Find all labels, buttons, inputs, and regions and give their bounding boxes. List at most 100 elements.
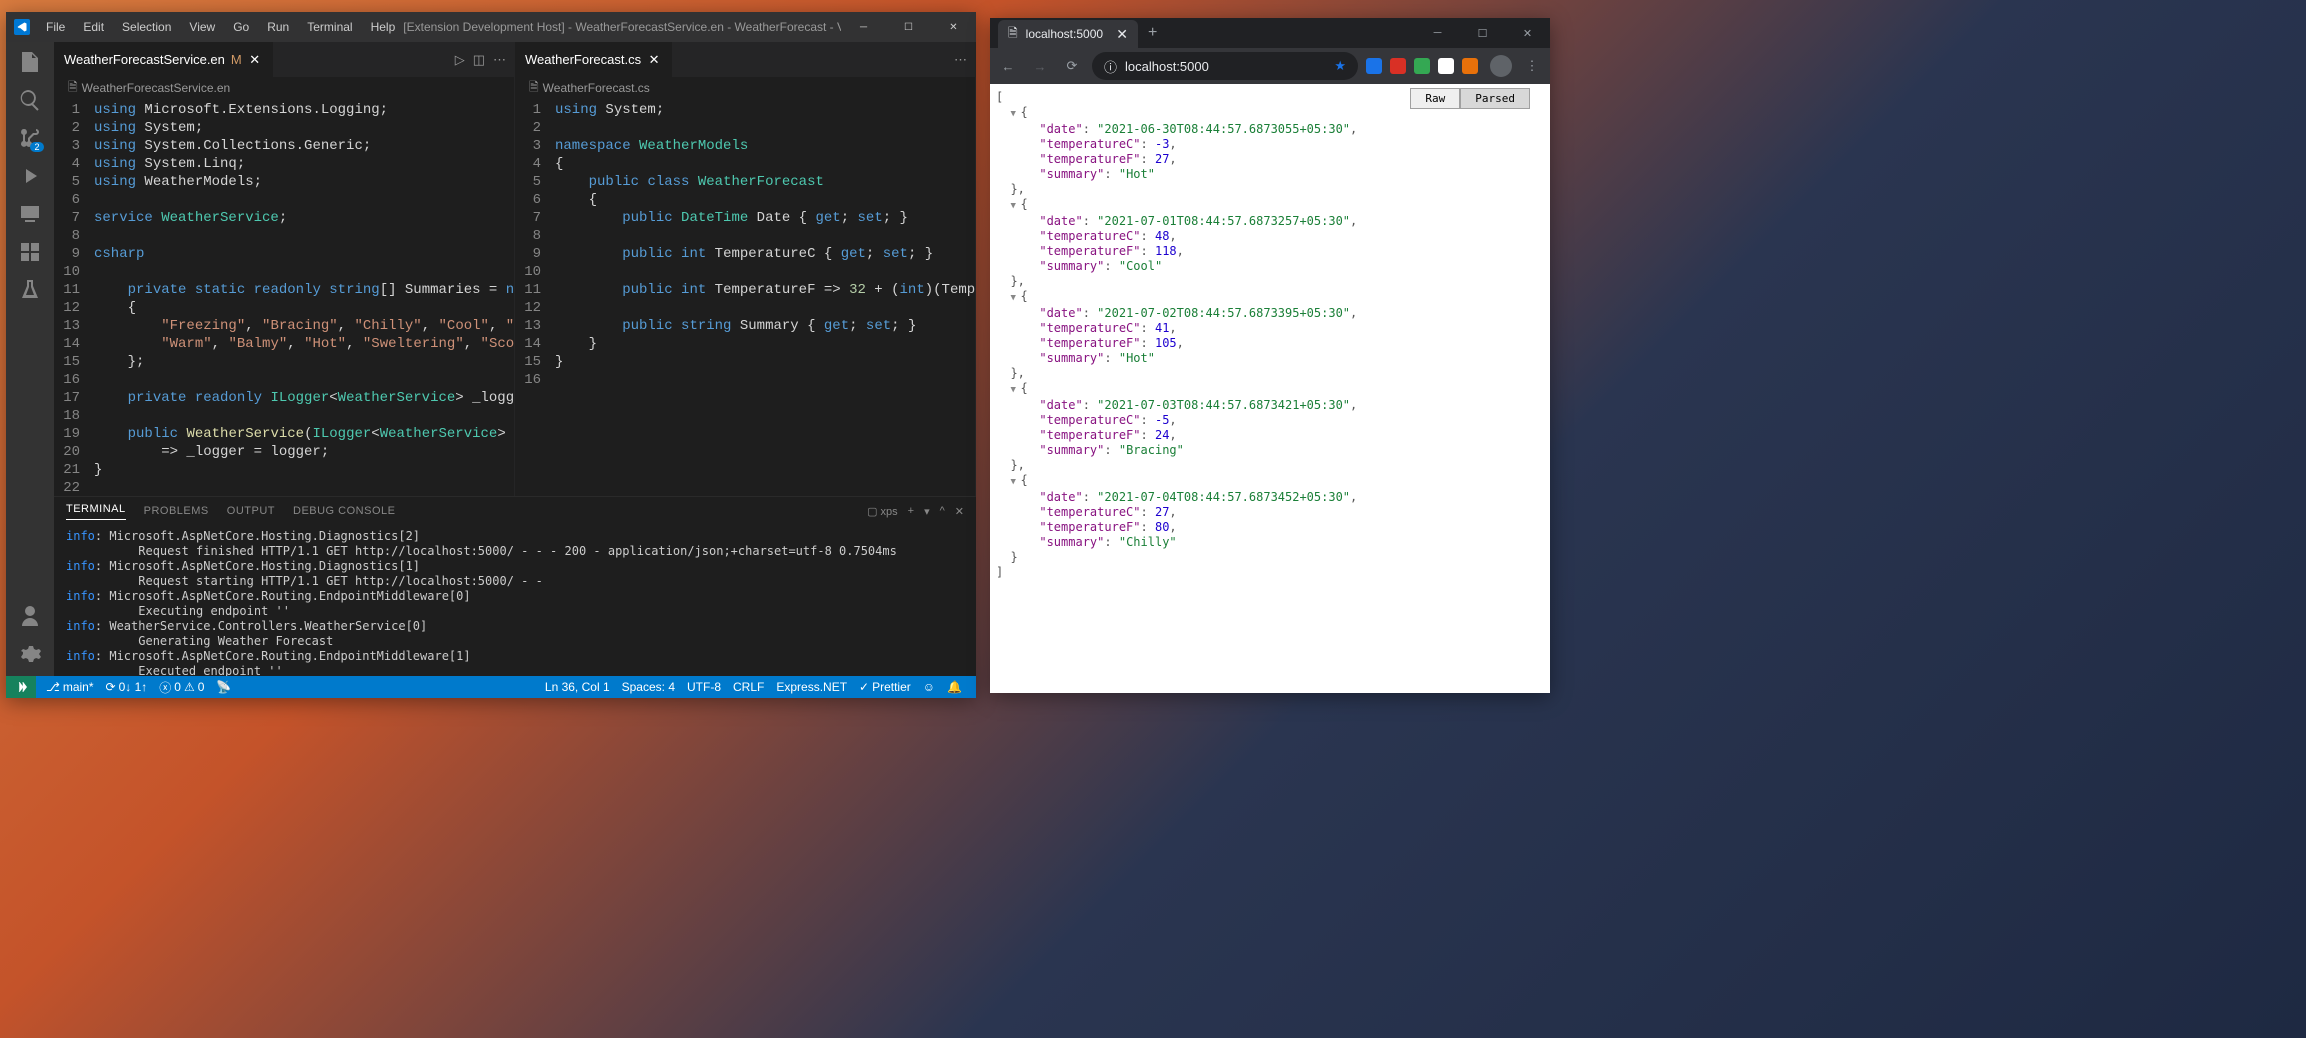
split-editor-icon[interactable]: ◫ — [473, 52, 485, 68]
browser-content[interactable]: Raw Parsed [ ▼{ "date": "2021-06-30T08:4… — [990, 84, 1550, 693]
breadcrumb-left[interactable]: 🗎 WeatherForecastService.en — [54, 77, 514, 99]
menu-bar: FileEditSelectionViewGoRunTerminalHelp — [38, 16, 403, 38]
forward-button[interactable]: → — [1028, 54, 1052, 78]
source-control-icon[interactable]: 2 — [18, 126, 42, 150]
reload-button[interactable]: ⟳ — [1060, 54, 1084, 78]
close-button[interactable]: ✕ — [931, 12, 976, 42]
address-bar[interactable]: ⓘ localhost:5000 ★ — [1092, 52, 1358, 80]
menu-help[interactable]: Help — [363, 16, 404, 38]
extensions-icon[interactable] — [18, 240, 42, 264]
close-tab-icon[interactable]: ✕ — [248, 53, 262, 67]
panel-tab-terminal[interactable]: TERMINAL — [66, 503, 126, 520]
panel-tab-output[interactable]: OUTPUT — [227, 505, 275, 517]
menu-go[interactable]: Go — [225, 16, 257, 38]
panel-tabs: TERMINAL PROBLEMS OUTPUT DEBUG CONSOLE ▢ xp… — [54, 497, 976, 525]
menu-edit[interactable]: Edit — [75, 16, 112, 38]
panel-tab-debug-console[interactable]: DEBUG CONSOLE — [293, 505, 395, 517]
json-view-toggle: Raw Parsed — [1410, 88, 1530, 109]
menu-view[interactable]: View — [181, 16, 223, 38]
cursor-position[interactable]: Ln 36, Col 1 — [539, 680, 616, 694]
terminal-selector[interactable]: ▢ xps — [867, 505, 898, 518]
run-debug-icon[interactable] — [18, 164, 42, 188]
editor-content-right[interactable]: 12345678910111213141516 using System; na… — [515, 99, 975, 496]
more-actions-icon[interactable]: ⋯ — [954, 52, 967, 68]
url-text: localhost:5000 — [1125, 59, 1209, 74]
ports-indicator[interactable]: 📡 — [210, 680, 237, 694]
branch-indicator[interactable]: ⎇ main* — [40, 680, 100, 694]
window-title: [Extension Development Host] - WeatherFo… — [403, 20, 841, 34]
problems-indicator[interactable]: ⓧ 0 ⚠ 0 — [153, 679, 210, 696]
file-icon: 🗎 — [529, 78, 539, 99]
profile-avatar[interactable] — [1490, 55, 1512, 77]
indentation-indicator[interactable]: Spaces: 4 — [616, 680, 681, 694]
panel: TERMINAL PROBLEMS OUTPUT DEBUG CONSOLE ▢ xp… — [54, 496, 976, 676]
more-actions-icon[interactable]: ⋯ — [493, 52, 506, 68]
tabs-left: WeatherForecastService.en M ✕ ▷ ◫ ⋯ — [54, 42, 514, 77]
site-info-icon[interactable]: ⓘ — [1104, 57, 1117, 76]
new-tab-button[interactable]: + — [1138, 24, 1167, 42]
sync-indicator[interactable]: ⟳ 0↓ 1↑ — [100, 680, 154, 694]
split-terminal-icon[interactable]: ▾ — [924, 505, 930, 518]
vscode-icon — [14, 19, 30, 35]
run-tab-icon[interactable]: ▷ — [455, 52, 465, 68]
code[interactable]: using Microsoft.Extensions.Logging;using… — [94, 99, 514, 496]
browser-titlebar: 🗎 localhost:5000 ✕ + ─ ☐ ✕ — [990, 18, 1550, 48]
prettier-indicator[interactable]: ✓ Prettier — [853, 680, 917, 694]
language-indicator[interactable]: Express.NET — [770, 680, 853, 694]
feedback-icon[interactable]: ☺ — [917, 680, 941, 694]
raw-button[interactable]: Raw — [1410, 88, 1460, 109]
close-panel-icon[interactable]: ✕ — [955, 505, 964, 518]
encoding-indicator[interactable]: UTF-8 — [681, 680, 727, 694]
remote-indicator[interactable] — [6, 676, 36, 698]
tab-dirty-indicator: M — [231, 52, 242, 67]
new-terminal-icon[interactable]: + — [908, 505, 914, 517]
extension-icon-2[interactable] — [1414, 58, 1430, 74]
menu-selection[interactable]: Selection — [114, 16, 179, 38]
extension-icon-4[interactable] — [1462, 58, 1478, 74]
extension-icon-3[interactable] — [1438, 58, 1454, 74]
explorer-icon[interactable] — [18, 50, 42, 74]
tab-weatherforecast-cs[interactable]: WeatherForecast.cs ✕ — [515, 42, 672, 77]
editor-region: WeatherForecastService.en M ✕ ▷ ◫ ⋯ 🗎 We… — [54, 42, 976, 676]
activity-bar: 2 — [6, 42, 54, 676]
browser-window: 🗎 localhost:5000 ✕ + ─ ☐ ✕ ← → ⟳ ⓘ local… — [990, 18, 1550, 693]
accounts-icon[interactable] — [18, 604, 42, 628]
extension-icon-1[interactable] — [1390, 58, 1406, 74]
menu-run[interactable]: Run — [259, 16, 297, 38]
panel-tab-problems[interactable]: PROBLEMS — [144, 505, 209, 517]
menu-terminal[interactable]: Terminal — [299, 16, 360, 38]
close-button[interactable]: ✕ — [1505, 18, 1550, 48]
maximize-button[interactable]: ☐ — [886, 12, 931, 42]
browser-tab[interactable]: 🗎 localhost:5000 ✕ — [998, 20, 1138, 48]
site-icon: 🗎 — [1008, 24, 1018, 45]
remote-explorer-icon[interactable] — [18, 202, 42, 226]
bookmark-star-icon[interactable]: ★ — [1334, 58, 1346, 74]
breadcrumb-right[interactable]: 🗎 WeatherForecast.cs — [515, 77, 975, 99]
tab-label: WeatherForecastService.en — [64, 52, 225, 67]
terminal-content[interactable]: info: Microsoft.AspNetCore.Hosting.Diagn… — [54, 525, 976, 676]
scm-badge: 2 — [30, 142, 44, 152]
close-tab-icon[interactable]: ✕ — [1116, 26, 1128, 43]
code[interactable]: using System; namespace WeatherModels{ p… — [555, 99, 975, 496]
eol-indicator[interactable]: CRLF — [727, 680, 770, 694]
browser-menu-icon[interactable]: ⋮ — [1520, 54, 1544, 78]
editor-content-left[interactable]: 1234567891011121314151617181920212223242… — [54, 99, 514, 496]
maximize-panel-icon[interactable]: ^ — [940, 505, 945, 517]
parsed-button[interactable]: Parsed — [1460, 88, 1530, 109]
extension-icon-0[interactable] — [1366, 58, 1382, 74]
menu-file[interactable]: File — [38, 16, 73, 38]
settings-gear-icon[interactable] — [18, 642, 42, 666]
maximize-button[interactable]: ☐ — [1460, 18, 1505, 48]
main-area: 2 WeatherForecastService.en M ✕ — [6, 42, 976, 676]
tab-label: WeatherForecast.cs — [525, 52, 641, 67]
minimize-button[interactable]: ─ — [841, 12, 886, 42]
close-tab-icon[interactable]: ✕ — [647, 53, 661, 67]
back-button[interactable]: ← — [996, 54, 1020, 78]
search-icon[interactable] — [18, 88, 42, 112]
json-viewer: [ ▼{ "date": "2021-06-30T08:44:57.687305… — [996, 90, 1544, 580]
notifications-icon[interactable]: 🔔 — [941, 680, 968, 694]
minimize-button[interactable]: ─ — [1415, 18, 1460, 48]
tab-weatherforecastservice[interactable]: WeatherForecastService.en M ✕ — [54, 42, 273, 77]
browser-toolbar: ← → ⟳ ⓘ localhost:5000 ★ ⋮ — [990, 48, 1550, 84]
testing-icon[interactable] — [18, 278, 42, 302]
